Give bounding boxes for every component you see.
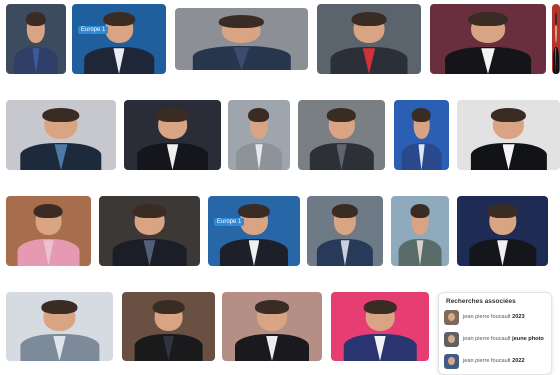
portrait-photo: [236, 106, 282, 170]
portrait-photo: [470, 106, 547, 170]
portrait-photo: [330, 10, 408, 74]
portrait-photo: [136, 106, 209, 170]
portrait-photo: [235, 298, 309, 361]
image-result[interactable]: [6, 292, 113, 361]
image-result[interactable]: [99, 196, 200, 266]
related-search-thumbnail: [444, 354, 459, 369]
image-result[interactable]: [124, 100, 221, 170]
related-search-thumbnail: [444, 332, 459, 347]
image-result[interactable]: [298, 100, 385, 170]
related-searches-panel: Recherches associées jean pierre foucaul…: [438, 292, 552, 375]
image-result[interactable]: [6, 196, 91, 266]
image-result[interactable]: [331, 292, 429, 361]
related-search-thumbnail: [444, 310, 459, 325]
related-searches-title: Recherches associées: [446, 298, 516, 305]
image-result[interactable]: Europe 1: [72, 4, 166, 74]
related-search-item-2023[interactable]: jean pierre foucault 2023: [444, 310, 548, 326]
related-search-label: jean pierre foucault jeune photo: [463, 336, 544, 342]
image-result[interactable]: [228, 100, 290, 170]
portrait-photo: [316, 202, 374, 266]
portrait-photo: [13, 10, 59, 74]
image-result[interactable]: [391, 196, 449, 266]
portrait-photo: [20, 106, 102, 170]
portrait-photo: [468, 202, 537, 266]
image-result[interactable]: Europe 1: [208, 196, 300, 266]
portrait-photo: [309, 106, 374, 170]
portrait-photo: [134, 298, 203, 361]
image-result[interactable]: [6, 100, 116, 170]
related-search-label: jean pierre foucault 2023: [463, 314, 525, 320]
image-result[interactable]: [552, 4, 560, 74]
related-search-item-jeune-photo[interactable]: jean pierre foucault jeune photo: [444, 332, 548, 348]
image-result[interactable]: [307, 196, 383, 266]
portrait-photo: [84, 10, 154, 74]
image-result[interactable]: [6, 4, 66, 74]
portrait-photo: [17, 202, 80, 266]
portrait-photo: [398, 202, 442, 266]
image-result[interactable]: [430, 4, 546, 74]
portrait-photo: [343, 298, 417, 361]
portrait-photo: [219, 202, 289, 266]
image-result[interactable]: [457, 196, 548, 266]
image-result[interactable]: [222, 292, 322, 361]
related-search-label: jean pierre foucault 2022: [463, 358, 525, 364]
image-result[interactable]: [317, 4, 421, 74]
portrait-photo: [19, 298, 100, 361]
image-result[interactable]: [394, 100, 449, 170]
image-result[interactable]: [122, 292, 215, 361]
portrait-photo: [553, 10, 559, 74]
portrait-photo: [192, 13, 291, 70]
image-result[interactable]: [457, 100, 560, 170]
related-search-item-2022[interactable]: jean pierre foucault 2022: [444, 354, 548, 370]
portrait-photo: [445, 10, 531, 74]
portrait-photo: [401, 106, 442, 170]
europe1-logo: Europe 1: [214, 218, 245, 226]
portrait-photo: [112, 202, 187, 266]
image-result[interactable]: [175, 8, 308, 70]
europe1-logo: Europe 1: [78, 26, 109, 34]
